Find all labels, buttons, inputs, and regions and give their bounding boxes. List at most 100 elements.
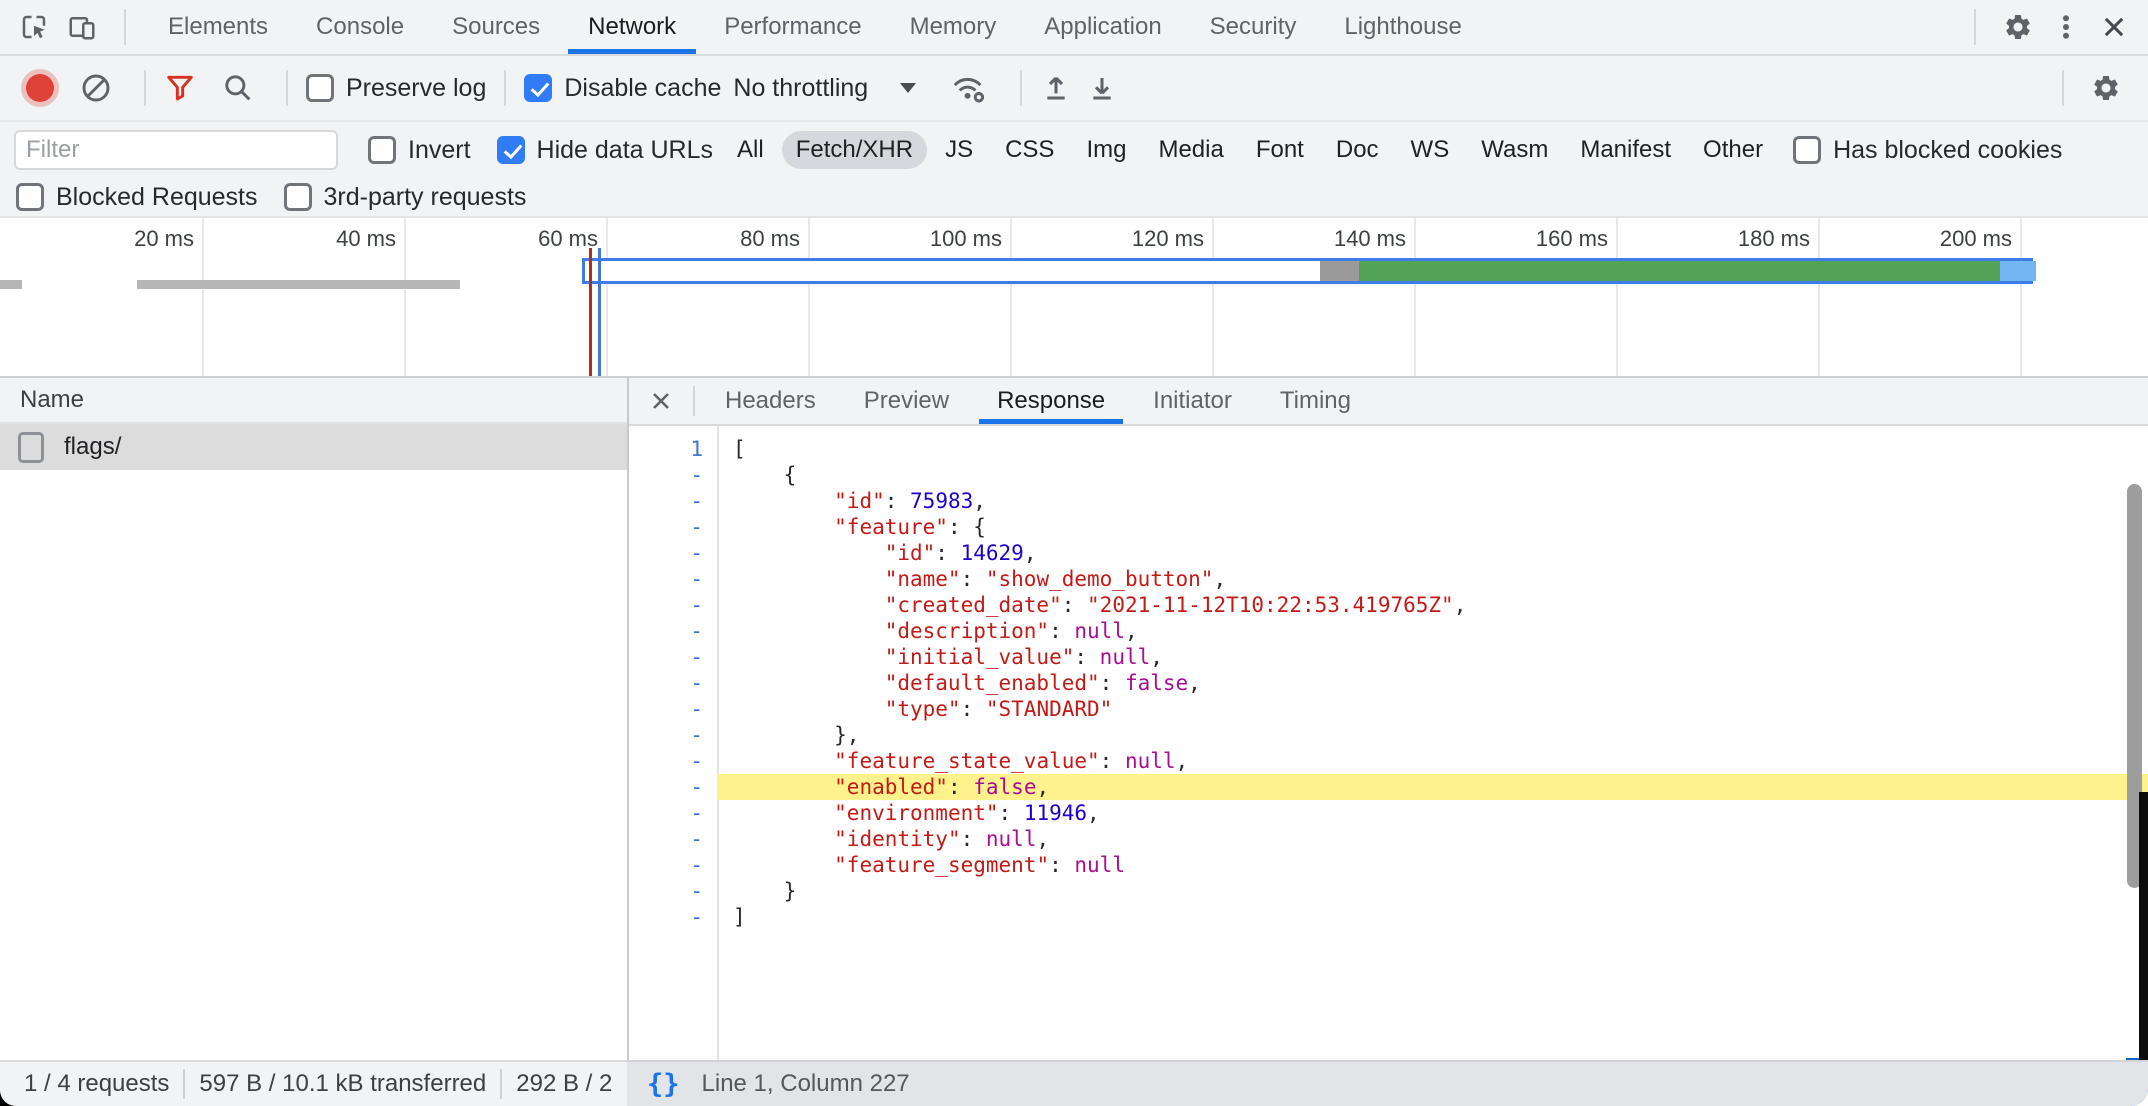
detail-tab-timing[interactable]: Timing [1256, 378, 1375, 424]
preserve-log-checkbox[interactable] [306, 74, 334, 102]
line-number: - [629, 696, 717, 722]
token [733, 567, 885, 591]
main-tab-lighthouse[interactable]: Lighthouse [1320, 0, 1485, 54]
line-number: - [629, 618, 717, 644]
code-line: - "feature_segment": null [629, 852, 2148, 878]
resource-type-filters: AllFetch/XHRJSCSSImgMediaFontDocWSWasmMa… [723, 131, 1781, 169]
device-toolbar-icon[interactable] [58, 1, 106, 53]
response-code[interactable]: 1[- {- "id": 75983,- "feature": {- "id":… [629, 426, 2148, 1060]
token: "feature" [834, 515, 948, 539]
detail-tab-initiator[interactable]: Initiator [1129, 378, 1256, 424]
type-filter-fetch-xhr[interactable]: Fetch/XHR [782, 131, 927, 169]
main-tab-elements[interactable]: Elements [144, 0, 292, 54]
type-filter-wasm[interactable]: Wasm [1467, 131, 1562, 169]
record-network-log-button[interactable] [26, 74, 54, 102]
network-conditions-icon[interactable] [950, 71, 988, 105]
has-blocked-cookies-label[interactable]: Has blocked cookies [1833, 136, 2062, 165]
inspect-element-icon[interactable] [10, 1, 58, 53]
type-filter-font[interactable]: Font [1242, 131, 1318, 169]
main-tab-security[interactable]: Security [1186, 0, 1321, 54]
type-filter-other[interactable]: Other [1689, 131, 1777, 169]
waterfall-segment [585, 261, 1320, 281]
type-filter-media[interactable]: Media [1144, 131, 1237, 169]
hide-data-urls-label[interactable]: Hide data URLs [537, 136, 713, 165]
throttling-dropdown[interactable]: No throttling [733, 74, 916, 103]
timeline-tick-label: 80 ms [600, 226, 800, 252]
token [733, 697, 885, 721]
close-detail-icon[interactable] [635, 378, 687, 424]
type-filter-js[interactable]: JS [931, 131, 987, 169]
network-overview-timeline[interactable]: 20 ms40 ms60 ms80 ms100 ms120 ms140 ms16… [0, 218, 2148, 378]
request-rows: flags/ [0, 424, 627, 470]
token: : [999, 801, 1024, 825]
divider [504, 70, 506, 106]
third-party-label[interactable]: 3rd-party requests [324, 183, 527, 212]
network-settings-gear-icon[interactable] [2082, 62, 2130, 114]
line-number: - [629, 592, 717, 618]
clear-network-log-icon[interactable] [80, 72, 112, 104]
token: : [1074, 645, 1099, 669]
cursor-position: Line 1, Column 227 [702, 1070, 910, 1098]
token: "enabled" [834, 775, 948, 799]
main-tab-application[interactable]: Application [1020, 0, 1185, 54]
token [733, 775, 834, 799]
line-number: - [629, 462, 717, 488]
close-devtools-icon[interactable] [2090, 1, 2138, 53]
export-har-icon[interactable] [1086, 72, 1118, 104]
line-number: - [629, 800, 717, 826]
main-tab-network[interactable]: Network [564, 0, 700, 54]
detail-tab-preview[interactable]: Preview [840, 378, 973, 424]
type-filter-ws[interactable]: WS [1397, 131, 1464, 169]
filter-funnel-icon[interactable] [164, 72, 196, 104]
timeline-gridline [2020, 218, 2022, 376]
third-party-checkbox[interactable] [284, 183, 312, 211]
blocked-requests-checkbox[interactable] [16, 183, 44, 211]
import-har-icon[interactable] [1040, 72, 1072, 104]
preserve-log-label[interactable]: Preserve log [346, 74, 486, 103]
code-text: "enabled": false, [717, 774, 2148, 800]
main-tab-memory[interactable]: Memory [886, 0, 1021, 54]
blocked-requests-label[interactable]: Blocked Requests [56, 183, 258, 212]
detail-tab-response[interactable]: Response [973, 378, 1129, 424]
code-text: { [717, 462, 2148, 488]
disable-cache-checkbox[interactable] [524, 74, 552, 102]
invert-checkbox[interactable] [368, 136, 396, 164]
waterfall-segment [2000, 261, 2036, 281]
waterfall-bar-gray [137, 280, 459, 289]
status-bar: 1 / 4 requests597 B / 10.1 kB transferre… [0, 1060, 2148, 1106]
type-filter-manifest[interactable]: Manifest [1566, 131, 1685, 169]
code-line: - "feature_state_value": null, [629, 748, 2148, 774]
more-options-icon[interactable] [2042, 1, 2090, 53]
network-summary-bar: 1 / 4 requests597 B / 10.1 kB transferre… [0, 1060, 627, 1106]
settings-gear-icon[interactable] [1994, 1, 2042, 53]
main-tab-label: Console [316, 13, 404, 41]
has-blocked-cookies-checkbox[interactable] [1793, 136, 1821, 164]
token [733, 801, 834, 825]
detail-tab-headers[interactable]: Headers [701, 378, 840, 424]
search-icon[interactable] [222, 72, 254, 104]
type-filter-doc[interactable]: Doc [1322, 131, 1393, 169]
type-filter-css[interactable]: CSS [991, 131, 1068, 169]
timeline-tick-label: 200 ms [1812, 226, 2012, 252]
invert-label[interactable]: Invert [408, 136, 471, 165]
request-detail-panel: HeadersPreviewResponseInitiatorTiming 1[… [627, 378, 2148, 1060]
hide-data-urls-checkbox[interactable] [497, 136, 525, 164]
main-tab-performance[interactable]: Performance [700, 0, 885, 54]
line-number: - [629, 566, 717, 592]
request-name: flags/ [64, 433, 121, 461]
token: , [1176, 749, 1189, 773]
type-filter-all[interactable]: All [723, 131, 778, 169]
disable-cache-label[interactable]: Disable cache [564, 74, 721, 103]
code-text: "feature_state_value": null, [717, 748, 2148, 774]
editor-status-bar: {} Line 1, Column 227 [627, 1060, 2148, 1106]
name-column-header[interactable]: Name [0, 378, 627, 424]
main-tab-sources[interactable]: Sources [428, 0, 564, 54]
line-number: - [629, 514, 717, 540]
filter-input[interactable] [14, 130, 338, 170]
token: , [1024, 541, 1037, 565]
pretty-print-icon[interactable]: {} [647, 1069, 680, 1100]
request-row[interactable]: flags/ [0, 424, 627, 470]
main-tab-console[interactable]: Console [292, 0, 428, 54]
token: : [1049, 619, 1074, 643]
type-filter-img[interactable]: Img [1072, 131, 1140, 169]
